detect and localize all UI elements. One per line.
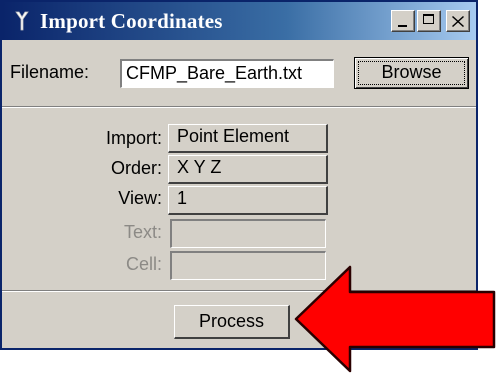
app-icon xyxy=(12,9,32,33)
import-label: Import: xyxy=(105,128,162,148)
process-button-label: Process xyxy=(198,311,265,331)
process-button[interactable]: Process xyxy=(174,305,290,339)
minimize-button[interactable] xyxy=(391,10,415,32)
text-field xyxy=(170,219,326,248)
red-arrow-icon xyxy=(294,265,496,373)
close-button[interactable] xyxy=(446,10,470,32)
separator-top xyxy=(2,106,476,108)
maximize-button[interactable] xyxy=(417,10,441,32)
title-bar[interactable]: Import Coordinates xyxy=(2,2,476,40)
view-label: View: xyxy=(118,188,162,208)
import-option-button[interactable]: Point Element xyxy=(168,124,328,153)
window-title: Import Coordinates xyxy=(40,8,223,33)
minimize-icon xyxy=(398,25,407,27)
maximize-icon xyxy=(423,14,434,24)
filename-label: Filename: xyxy=(10,62,90,82)
order-label: Order: xyxy=(110,158,162,178)
close-icon xyxy=(447,11,469,31)
focus-rect xyxy=(358,61,465,85)
cell-label: Cell: xyxy=(125,254,162,274)
browse-button[interactable]: Browse xyxy=(354,57,469,89)
order-option-button[interactable]: X Y Z xyxy=(168,155,328,184)
view-option-button[interactable]: 1 xyxy=(168,186,328,215)
filename-input[interactable]: CFMP_Bare_Earth.txt xyxy=(120,59,334,88)
text-label: Text: xyxy=(123,222,162,242)
